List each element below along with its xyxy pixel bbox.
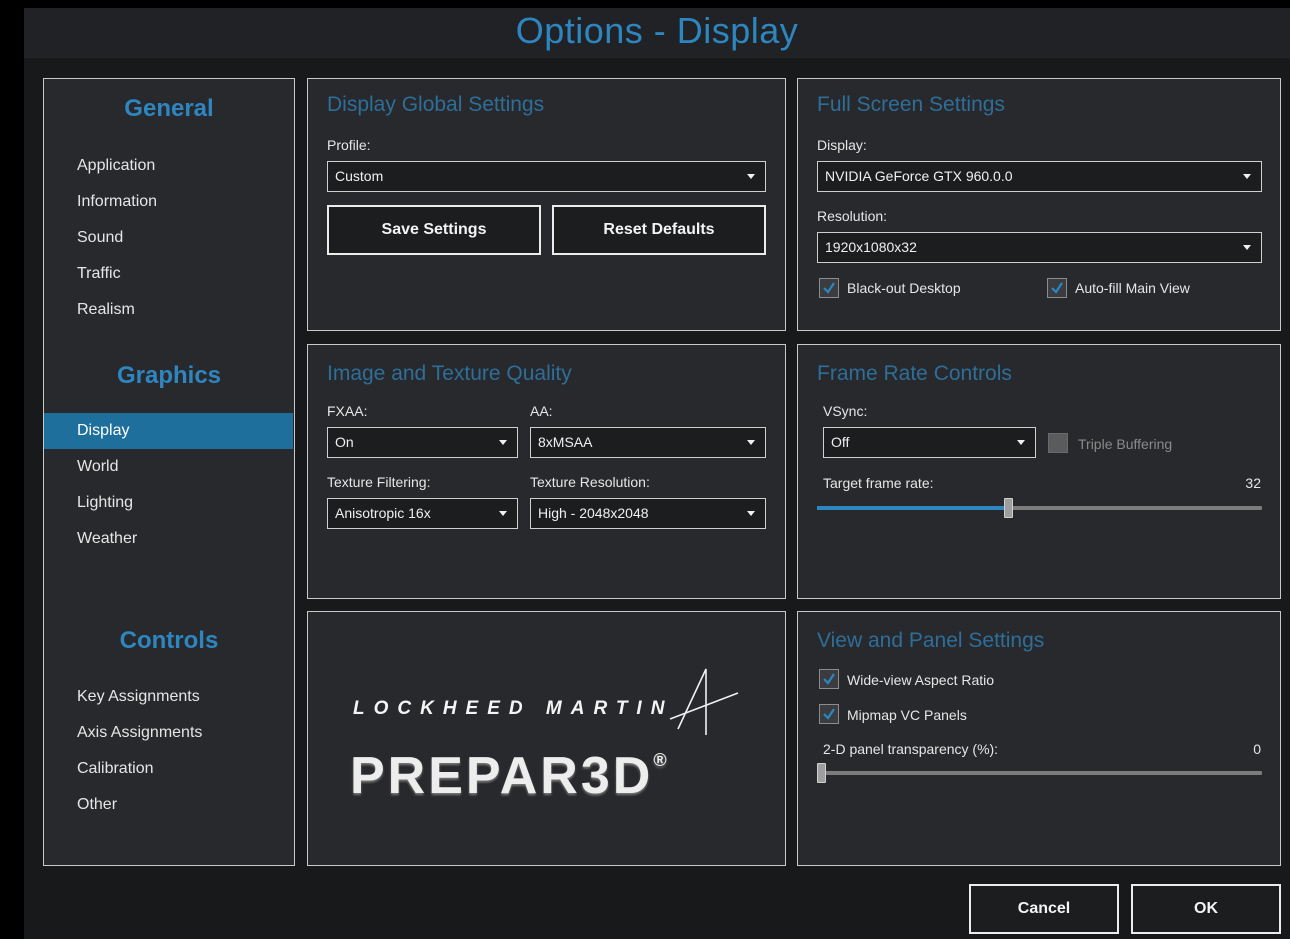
sidebar-item-traffic[interactable]: Traffic [44, 256, 293, 292]
mipmap-vc-label: Mipmap VC Panels [847, 707, 967, 723]
display-value: NVIDIA GeForce GTX 960.0.0 [825, 168, 1013, 184]
chevron-down-icon [499, 440, 507, 445]
slider-fill [817, 506, 1008, 510]
fxaa-value: On [335, 434, 354, 450]
triple-buffering-label: Triple Buffering [1078, 436, 1173, 452]
texture-resolution-label: Texture Resolution: [530, 474, 650, 490]
fxaa-label: FXAA: [327, 403, 368, 419]
texture-filtering-select[interactable]: Anisotropic 16x [327, 498, 518, 529]
wide-view-checkbox[interactable] [819, 669, 839, 689]
logo-panel: LOCKHEED MARTIN PREPAR3D® [307, 611, 786, 866]
fxaa-select[interactable]: On [327, 427, 518, 458]
transparency-slider[interactable] [817, 771, 1262, 775]
sidebar-item-key-assignments[interactable]: Key Assignments [44, 679, 293, 715]
sidebar-item-weather[interactable]: Weather [44, 521, 293, 557]
sidebar: General Application Information Sound Tr… [43, 78, 295, 866]
chevron-down-icon [499, 511, 507, 516]
sidebar-item-axis-assignments[interactable]: Axis Assignments [44, 715, 293, 751]
chevron-down-icon [1243, 245, 1251, 250]
sidebar-heading-general: General [124, 95, 214, 122]
sidebar-item-realism[interactable]: Realism [44, 292, 293, 328]
check-icon [823, 282, 835, 294]
chevron-down-icon [747, 174, 755, 179]
window-title: Options - Display [515, 10, 799, 51]
target-frame-rate-label: Target frame rate: [823, 475, 934, 491]
wide-view-label: Wide-view Aspect Ratio [847, 672, 995, 688]
autofill-main-view-label: Auto-fill Main View [1075, 280, 1190, 296]
blackout-desktop-label: Black-out Desktop [847, 280, 961, 296]
registered-mark: ® [653, 750, 667, 770]
sidebar-item-other[interactable]: Other [44, 787, 293, 823]
sidebar-item-display[interactable]: Display [44, 413, 293, 449]
check-icon [823, 673, 835, 685]
chevron-down-icon [1017, 440, 1025, 445]
display-label: Display: [817, 137, 867, 153]
ok-button[interactable]: OK [1131, 884, 1281, 934]
vsync-select[interactable]: Off [823, 427, 1036, 458]
profile-label: Profile: [327, 137, 371, 153]
target-frame-rate-thumb[interactable] [1004, 498, 1013, 518]
transparency-thumb[interactable] [817, 763, 826, 783]
global-settings-title: Display Global Settings [327, 93, 545, 116]
lockheed-martin-logo-text: LOCKHEED MARTIN [353, 698, 674, 719]
texture-filtering-value: Anisotropic 16x [335, 505, 431, 521]
check-icon [823, 708, 835, 720]
chevron-down-icon [1243, 174, 1251, 179]
sidebar-item-calibration[interactable]: Calibration [44, 751, 293, 787]
aa-value: 8xMSAA [538, 434, 593, 450]
cancel-button[interactable]: Cancel [969, 884, 1119, 934]
image-quality-panel: Image and Texture Quality FXAA: On AA: 8… [307, 344, 786, 599]
prepar3d-wordmark: PREPAR3D [350, 747, 654, 805]
frame-rate-panel: Frame Rate Controls VSync: Off Triple Bu… [797, 344, 1281, 599]
texture-resolution-select[interactable]: High - 2048x2048 [530, 498, 766, 529]
title-bar: Options - Display [24, 8, 1290, 58]
transparency-value: 0 [1253, 741, 1261, 757]
profile-select[interactable]: Custom [327, 161, 766, 192]
texture-filtering-label: Texture Filtering: [327, 474, 431, 490]
save-settings-button[interactable]: Save Settings [327, 205, 541, 255]
resolution-select[interactable]: 1920x1080x32 [817, 232, 1262, 263]
sidebar-item-lighting[interactable]: Lighting [44, 485, 293, 521]
prepar3d-logo: PREPAR3D® [350, 746, 667, 806]
autofill-main-view-checkbox[interactable] [1047, 278, 1067, 298]
frame-rate-title: Frame Rate Controls [817, 362, 1012, 385]
view-panel-panel: View and Panel Settings Wide-view Aspect… [797, 611, 1281, 866]
chevron-down-icon [747, 440, 755, 445]
full-screen-panel: Full Screen Settings Display: NVIDIA GeF… [797, 78, 1281, 331]
global-settings-panel: Display Global Settings Profile: Custom … [307, 78, 786, 331]
sidebar-heading-controls: Controls [119, 627, 219, 654]
reset-defaults-button[interactable]: Reset Defaults [552, 205, 766, 255]
display-select[interactable]: NVIDIA GeForce GTX 960.0.0 [817, 161, 1262, 192]
image-quality-title: Image and Texture Quality [327, 362, 572, 385]
sidebar-heading-graphics: Graphics [116, 362, 222, 389]
target-frame-rate-value: 32 [1245, 475, 1261, 491]
chevron-down-icon [747, 511, 755, 516]
view-panel-title: View and Panel Settings [817, 629, 1045, 652]
resolution-value: 1920x1080x32 [825, 239, 917, 255]
vsync-label: VSync: [823, 403, 868, 419]
sidebar-item-information[interactable]: Information [44, 184, 293, 220]
profile-value: Custom [335, 168, 384, 184]
texture-resolution-value: High - 2048x2048 [538, 505, 649, 521]
sidebar-item-sound[interactable]: Sound [44, 220, 293, 256]
mipmap-vc-checkbox[interactable] [819, 704, 839, 724]
sidebar-item-application[interactable]: Application [44, 148, 293, 184]
aa-label: AA: [530, 403, 553, 419]
blackout-desktop-checkbox[interactable] [819, 278, 839, 298]
full-screen-title: Full Screen Settings [817, 93, 1005, 116]
check-icon [1051, 282, 1063, 294]
target-frame-rate-slider[interactable] [817, 506, 1262, 510]
sidebar-item-world[interactable]: World [44, 449, 293, 485]
transparency-label: 2-D panel transparency (%): [823, 741, 999, 757]
aa-select[interactable]: 8xMSAA [530, 427, 766, 458]
star-icon [669, 668, 739, 735]
resolution-label: Resolution: [817, 208, 888, 224]
vsync-value: Off [831, 434, 850, 450]
triple-buffering-checkbox[interactable] [1048, 433, 1068, 453]
